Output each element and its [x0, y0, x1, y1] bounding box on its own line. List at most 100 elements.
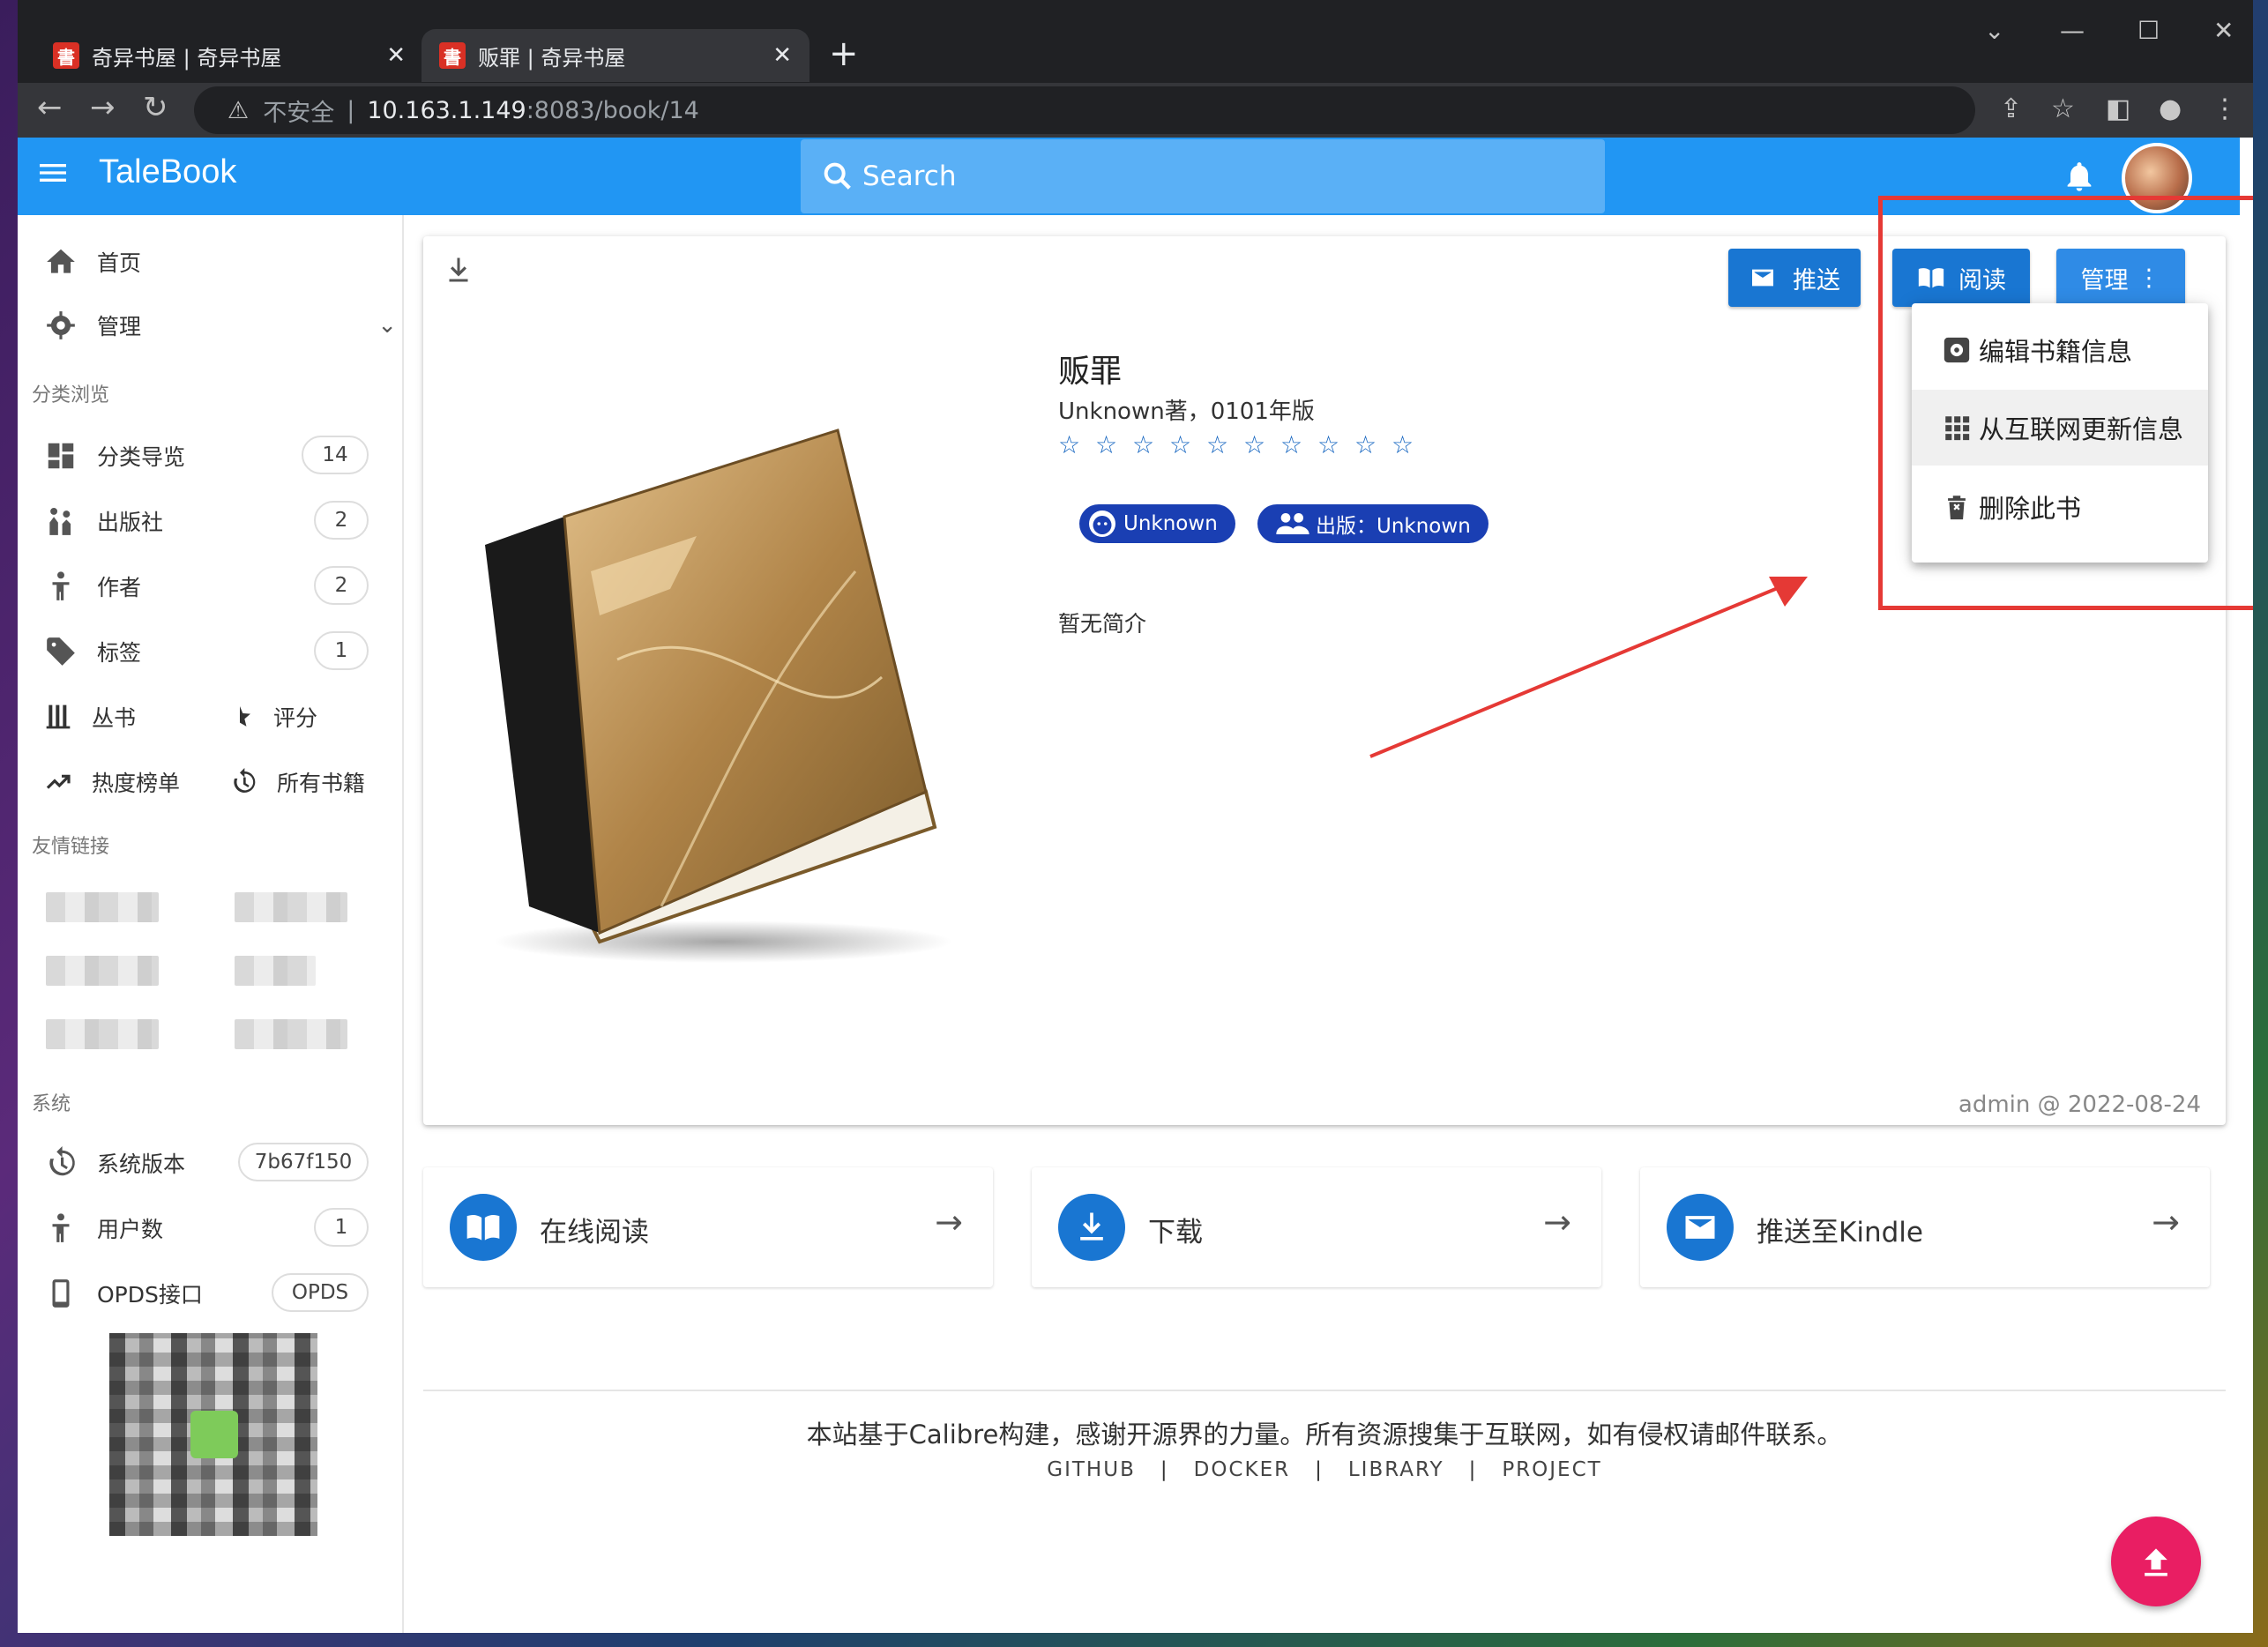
count-badge: 1 — [314, 631, 369, 670]
sidebar-item-category[interactable]: 分类导览 — [44, 434, 185, 478]
footer-link-docker[interactable]: DOCKER — [1194, 1458, 1290, 1481]
friend-link[interactable] — [235, 892, 347, 922]
sidebar-item-author[interactable]: 作者 — [44, 564, 141, 608]
scroll-top-button[interactable] — [2111, 1517, 2201, 1606]
search-placeholder: Search — [862, 160, 957, 192]
action-label: 在线阅读 — [540, 1217, 649, 1248]
browser-titlebar: 書 奇异书屋 | 奇异书屋 ✕ 書 贩罪 | 奇异书屋 ✕ + ⌄ — ☐ ✕ — [18, 0, 2253, 83]
sidebar-item-label: 系统版本 — [97, 1151, 186, 1177]
site-favicon-icon: 書 — [439, 42, 466, 69]
profile-icon[interactable]: ● — [2159, 93, 2182, 124]
side-panel-icon[interactable]: ◧ — [2106, 93, 2130, 124]
window-close-icon[interactable]: ✕ — [2213, 16, 2234, 45]
count-badge: 1 — [314, 1208, 369, 1247]
sidebar-item-series[interactable]: 丛书 — [44, 695, 136, 739]
tab-close-icon[interactable]: ✕ — [386, 42, 406, 69]
book-title: 贩罪 — [1058, 354, 1123, 390]
sidebar-item-rating[interactable]: 评分 — [226, 695, 317, 739]
people-icon — [1276, 513, 1309, 534]
friend-link[interactable] — [46, 892, 159, 922]
book-cover-image — [485, 429, 952, 963]
action-push-kindle[interactable]: 推送至Kindle → — [1640, 1167, 2210, 1287]
action-read-online[interactable]: 在线阅读 → — [423, 1167, 993, 1287]
friend-link[interactable] — [235, 956, 316, 986]
share-icon[interactable]: ⇪ — [2000, 93, 2022, 124]
footer-link-project[interactable]: PROJECT — [1502, 1458, 1601, 1481]
section-browse-header: 分类浏览 — [32, 384, 110, 406]
book-open-icon — [450, 1194, 517, 1261]
arrow-right-icon: → — [1543, 1203, 1571, 1241]
sidebar-item-label: 用户数 — [97, 1217, 164, 1242]
author-chip[interactable]: Unknown — [1079, 504, 1235, 543]
url-host: 10.163.1.149 — [367, 96, 526, 124]
sidebar-item-label: 热度榜单 — [92, 771, 181, 796]
friend-link[interactable] — [235, 1019, 347, 1049]
uploader-info: admin @ 2022-08-24 — [1958, 1092, 2201, 1118]
sidebar-item-label: 分类导览 — [97, 444, 186, 470]
bell-icon[interactable] — [2062, 159, 2097, 194]
book-author-line: Unknown著，0101年版 — [1058, 399, 1315, 425]
sidebar-item-label: 首页 — [97, 250, 142, 276]
footer-links: GITHUB | DOCKER | LIBRARY | PROJECT — [1047, 1458, 1602, 1481]
tab-search-icon[interactable]: ⌄ — [1984, 16, 2004, 45]
sidebar-item-label: OPDS接口 — [97, 1282, 203, 1308]
site-favicon-icon: 書 — [53, 42, 79, 69]
sidebar-item-hot[interactable]: 热度榜单 — [44, 760, 180, 804]
reload-icon[interactable]: ↻ — [143, 90, 168, 125]
sidebar-item-label: 所有书籍 — [277, 771, 366, 796]
push-button[interactable]: 推送 — [1728, 249, 1861, 307]
hamburger-menu-icon[interactable] — [35, 155, 71, 190]
friend-link[interactable] — [46, 1019, 159, 1049]
search-input[interactable]: Search — [801, 139, 1605, 213]
minimize-icon[interactable]: — — [2060, 16, 2085, 45]
maximize-icon[interactable]: ☐ — [2137, 16, 2160, 45]
book-summary: 暂无简介 — [1058, 611, 1147, 637]
back-icon[interactable]: ← — [37, 90, 63, 125]
sidebar-item-opds[interactable]: OPDS接口 — [44, 1271, 203, 1315]
tab-title: 奇异书屋 | 奇异书屋 — [92, 45, 282, 71]
user-icon — [52, 1213, 70, 1242]
face-icon — [1089, 510, 1115, 537]
history-icon — [49, 1146, 75, 1176]
publisher-chip-label: 出版：Unknown — [1316, 515, 1471, 538]
sidebar-item-label: 评分 — [273, 705, 318, 731]
sidebar: 首页 管理 ⌄ 分类浏览 分类导览 14 出版社 2 作者 2 标签 1 丛书 … — [18, 215, 404, 1633]
browser-menu-icon[interactable]: ⋮ — [2212, 93, 2238, 124]
footer-link-github[interactable]: GITHUB — [1047, 1458, 1136, 1481]
browser-tab[interactable]: 書 奇异书屋 | 奇异书屋 ✕ — [35, 29, 423, 82]
browser-tab-active[interactable]: 書 贩罪 | 奇异书屋 ✕ — [422, 29, 809, 82]
friend-link[interactable] — [46, 956, 159, 986]
sidebar-item-home[interactable]: 首页 — [44, 240, 141, 284]
email-icon — [1752, 269, 1773, 287]
trending-up-icon — [46, 774, 71, 789]
new-tab-icon[interactable]: + — [829, 34, 859, 74]
app-brand[interactable]: TaleBook — [99, 153, 236, 191]
series-icon — [46, 704, 71, 729]
sidebar-item-all-books[interactable]: 所有书籍 — [229, 760, 365, 804]
push-button-label: 推送 — [1793, 266, 1840, 294]
sidebar-item-tag[interactable]: 标签 — [44, 630, 141, 674]
tab-title: 贩罪 | 奇异书屋 — [478, 45, 626, 71]
download-icon[interactable] — [443, 254, 474, 286]
download-icon — [1058, 1194, 1125, 1261]
publisher-chip[interactable]: 出版：Unknown — [1257, 504, 1488, 543]
footer-link-library[interactable]: LIBRARY — [1348, 1458, 1444, 1481]
sidebar-item-publisher[interactable]: 出版社 — [44, 499, 163, 543]
version-badge: 7b67f150 — [238, 1143, 369, 1181]
insecure-label: 不安全 — [263, 99, 335, 127]
tag-icon — [47, 637, 75, 666]
sidebar-item-manage[interactable]: 管理 ⌄ — [44, 303, 397, 347]
action-download[interactable]: 下载 → — [1032, 1167, 1601, 1287]
arrow-right-icon: → — [935, 1203, 963, 1241]
sidebar-item-label: 出版社 — [97, 510, 164, 535]
bookmark-star-icon[interactable]: ☆ — [2051, 93, 2075, 124]
url-path: :8083/book/14 — [526, 96, 699, 124]
forward-icon[interactable]: → — [90, 90, 116, 125]
sidebar-item-users: 用户数 — [44, 1206, 163, 1250]
sidebar-item-version: 系统版本 — [44, 1141, 185, 1185]
url-input[interactable]: ⚠ 不安全 | 10.163.1.149 :8083/book/14 — [194, 86, 1975, 134]
tab-close-icon[interactable]: ✕ — [772, 42, 792, 69]
url-separator: | — [347, 96, 355, 124]
rating-stars[interactable]: ☆ ☆ ☆ ☆ ☆ ☆ ☆ ☆ ☆ ☆ — [1058, 430, 1417, 459]
opds-badge[interactable]: OPDS — [272, 1273, 369, 1312]
